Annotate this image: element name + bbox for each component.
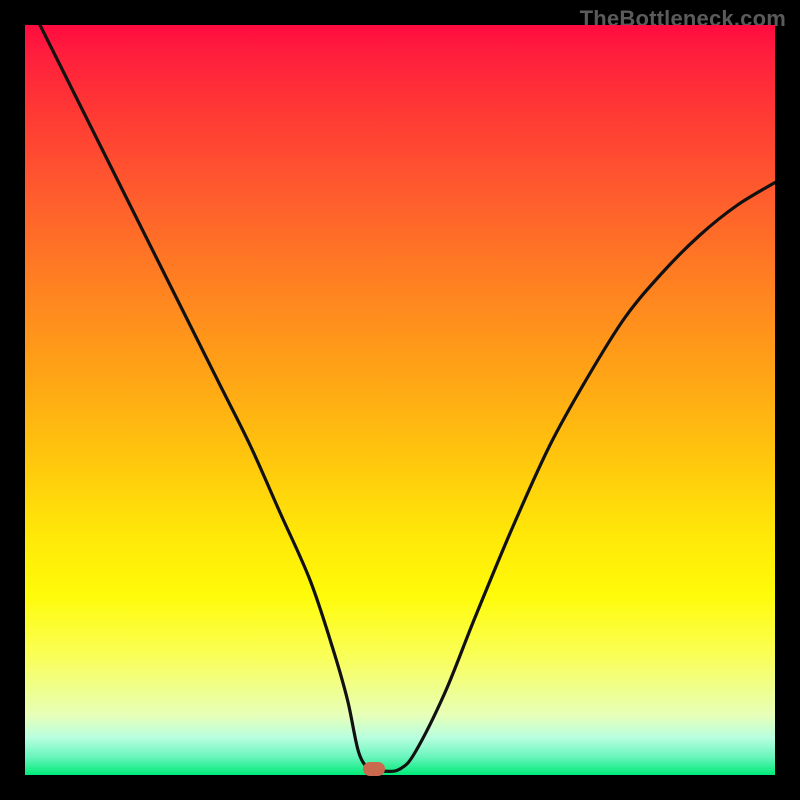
plot-area [25,25,775,775]
chart-frame: TheBottleneck.com [0,0,800,800]
curve-layer [25,25,775,775]
bottleneck-curve [40,25,775,771]
optimum-marker [363,762,385,776]
